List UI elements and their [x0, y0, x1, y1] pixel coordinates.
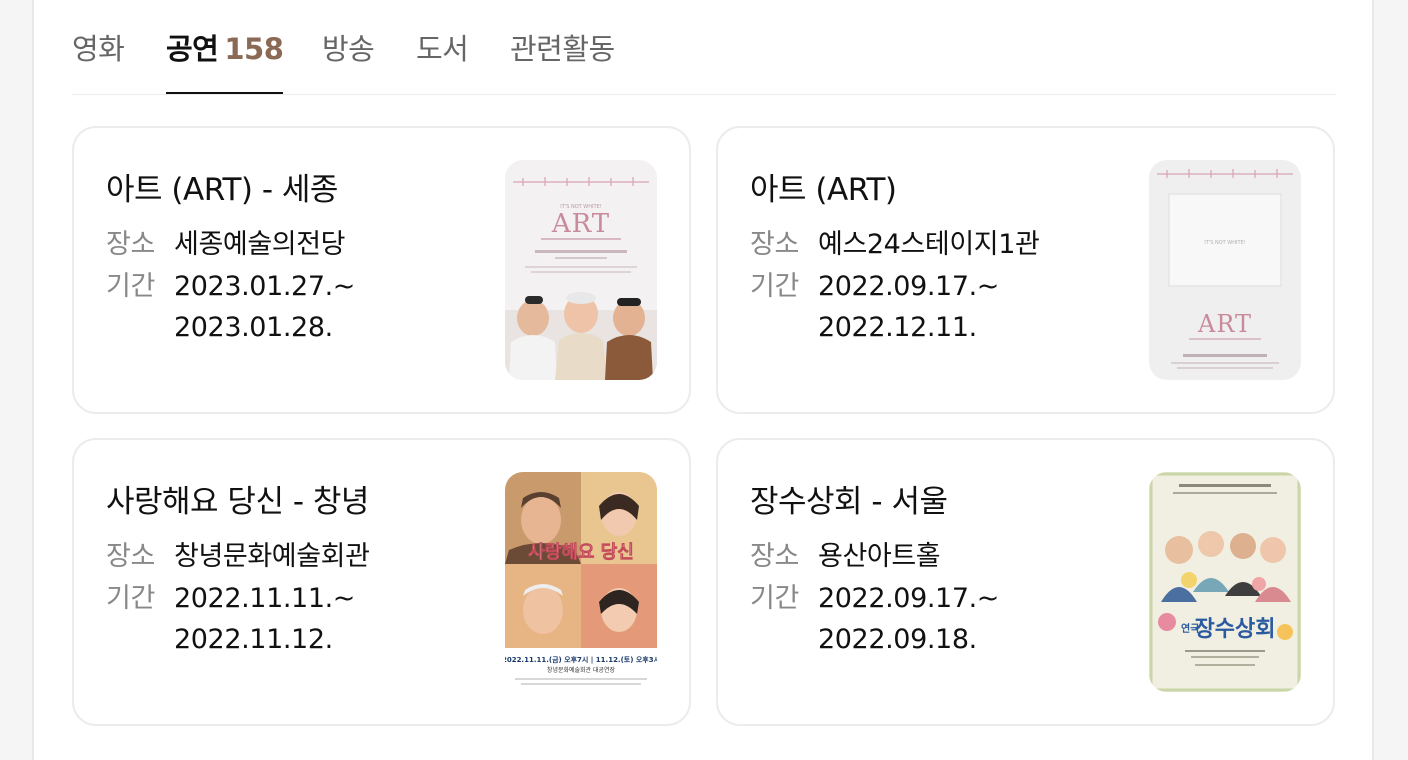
period-label: 기간: [106, 271, 155, 302]
period-end: 2022.12.11.: [818, 312, 977, 343]
period-start: 2022.11.11.~: [174, 583, 355, 614]
period-start: 2023.01.27.~: [174, 271, 355, 302]
performance-title[interactable]: 사랑해요 당신 - 창녕: [106, 476, 369, 521]
tab-broadcast[interactable]: 방송: [322, 26, 375, 94]
tab-label: 도서: [416, 32, 469, 66]
venue-value: 세종예술의전당: [174, 229, 346, 260]
venue-row: 장소 창녕문화예술회관: [106, 536, 370, 577]
period-value: 2023.01.27.~ 2023.01.28.: [174, 266, 355, 348]
art-poster-graphic: IT'S NOT WHITE! ART: [505, 160, 657, 380]
period-row: 기간 2022.11.11.~ 2022.11.12.: [106, 578, 355, 660]
period-end: 2022.11.12.: [174, 624, 333, 655]
venue-row: 장소 세종예술의전당: [106, 224, 345, 265]
jangsu-store-poster-graphic: 연극 장수상회: [1149, 472, 1301, 692]
tab-count-badge: 158: [224, 32, 284, 66]
love-you-poster-graphic: 사랑해요 당신 2022.11.11.(금) 오후7시 | 11.12.(토) …: [505, 472, 657, 692]
performance-title[interactable]: 아트 (ART) - 세종: [106, 164, 338, 209]
period-end: 2023.01.28.: [174, 312, 333, 343]
tab-label: 공연: [166, 32, 219, 66]
tab-label: 관련활동: [510, 32, 615, 66]
poster-image[interactable]: 사랑해요 당신 2022.11.11.(금) 오후7시 | 11.12.(토) …: [505, 472, 657, 692]
category-tabs: 영화 공연 158 방송 도서 관련활동: [72, 0, 1336, 95]
performance-title[interactable]: 장수상회 - 서울: [750, 476, 948, 521]
performance-card[interactable]: 장수상회 - 서울 장소 용산아트홀 기간 2022.09.17.~ 2022.09.…: [716, 438, 1335, 726]
tab-label: 방송: [322, 32, 375, 66]
period-end: 2022.09.18.: [818, 624, 977, 655]
performance-card[interactable]: 아트 (ART) 장소 예스24스테이지1관 기간 2022.09.17.~ 2022…: [716, 126, 1335, 414]
period-start: 2022.09.17.~: [818, 583, 999, 614]
performance-panel: 영화 공연 158 방송 도서 관련활동 아트 (ART) - 세종 장소 세종예술…: [32, 0, 1374, 760]
performance-title[interactable]: 아트 (ART): [750, 164, 897, 209]
venue-value: 용산아트홀: [818, 541, 941, 572]
venue-row: 장소 예스24스테이지1관: [750, 224, 1040, 265]
period-value: 2022.09.17.~ 2022.09.18.: [818, 578, 999, 660]
svg-text:장수상회: 장수상회: [1195, 617, 1276, 642]
period-row: 기간 2023.01.27.~ 2023.01.28.: [106, 266, 355, 348]
svg-text:2022.11.11.(금) 오후7시 | 11.12.(토: 2022.11.11.(금) 오후7시 | 11.12.(토) 오후3시: [505, 655, 657, 665]
performance-card[interactable]: 사랑해요 당신 - 창녕 장소 창녕문화예술회관 기간 2022.11.11.~ 20…: [72, 438, 691, 726]
period-start: 2022.09.17.~: [818, 271, 999, 302]
tab-label: 영화: [72, 32, 125, 66]
venue-label: 장소: [106, 229, 155, 260]
tab-movie[interactable]: 영화: [72, 26, 125, 94]
art-poster-graphic: IT'S NOT WHITE! ART: [1149, 160, 1301, 380]
venue-label: 장소: [750, 541, 799, 572]
performance-card[interactable]: 아트 (ART) - 세종 장소 세종예술의전당 기간 2023.01.27.~ 20…: [72, 126, 691, 414]
period-value: 2022.09.17.~ 2022.12.11.: [818, 266, 999, 348]
period-row: 기간 2022.09.17.~ 2022.09.18.: [750, 578, 999, 660]
venue-value: 예스24스테이지1관: [818, 229, 1040, 260]
svg-text:IT'S NOT WHITE!: IT'S NOT WHITE!: [1204, 240, 1245, 246]
period-value: 2022.11.11.~ 2022.11.12.: [174, 578, 355, 660]
period-label: 기간: [106, 583, 155, 614]
svg-text:창녕문화예술회관 대공연장: 창녕문화예술회관 대공연장: [547, 666, 616, 674]
venue-label: 장소: [106, 541, 155, 572]
svg-text:사랑해요 당신: 사랑해요 당신: [528, 542, 634, 563]
venue-value: 창녕문화예술회관: [174, 541, 370, 572]
poster-image[interactable]: IT'S NOT WHITE! ART: [1149, 160, 1301, 380]
venue-label: 장소: [750, 229, 799, 260]
period-label: 기간: [750, 271, 799, 302]
tab-books[interactable]: 도서: [416, 26, 469, 94]
tab-performance[interactable]: 공연 158: [166, 26, 284, 94]
svg-text:ART: ART: [551, 209, 610, 239]
svg-text:ART: ART: [1197, 310, 1252, 338]
poster-image[interactable]: 연극 장수상회: [1149, 472, 1301, 692]
period-label: 기간: [750, 583, 799, 614]
tab-related-activities[interactable]: 관련활동: [510, 26, 615, 94]
venue-row: 장소 용산아트홀: [750, 536, 941, 577]
poster-image[interactable]: IT'S NOT WHITE! ART: [505, 160, 657, 380]
period-row: 기간 2022.09.17.~ 2022.12.11.: [750, 266, 999, 348]
